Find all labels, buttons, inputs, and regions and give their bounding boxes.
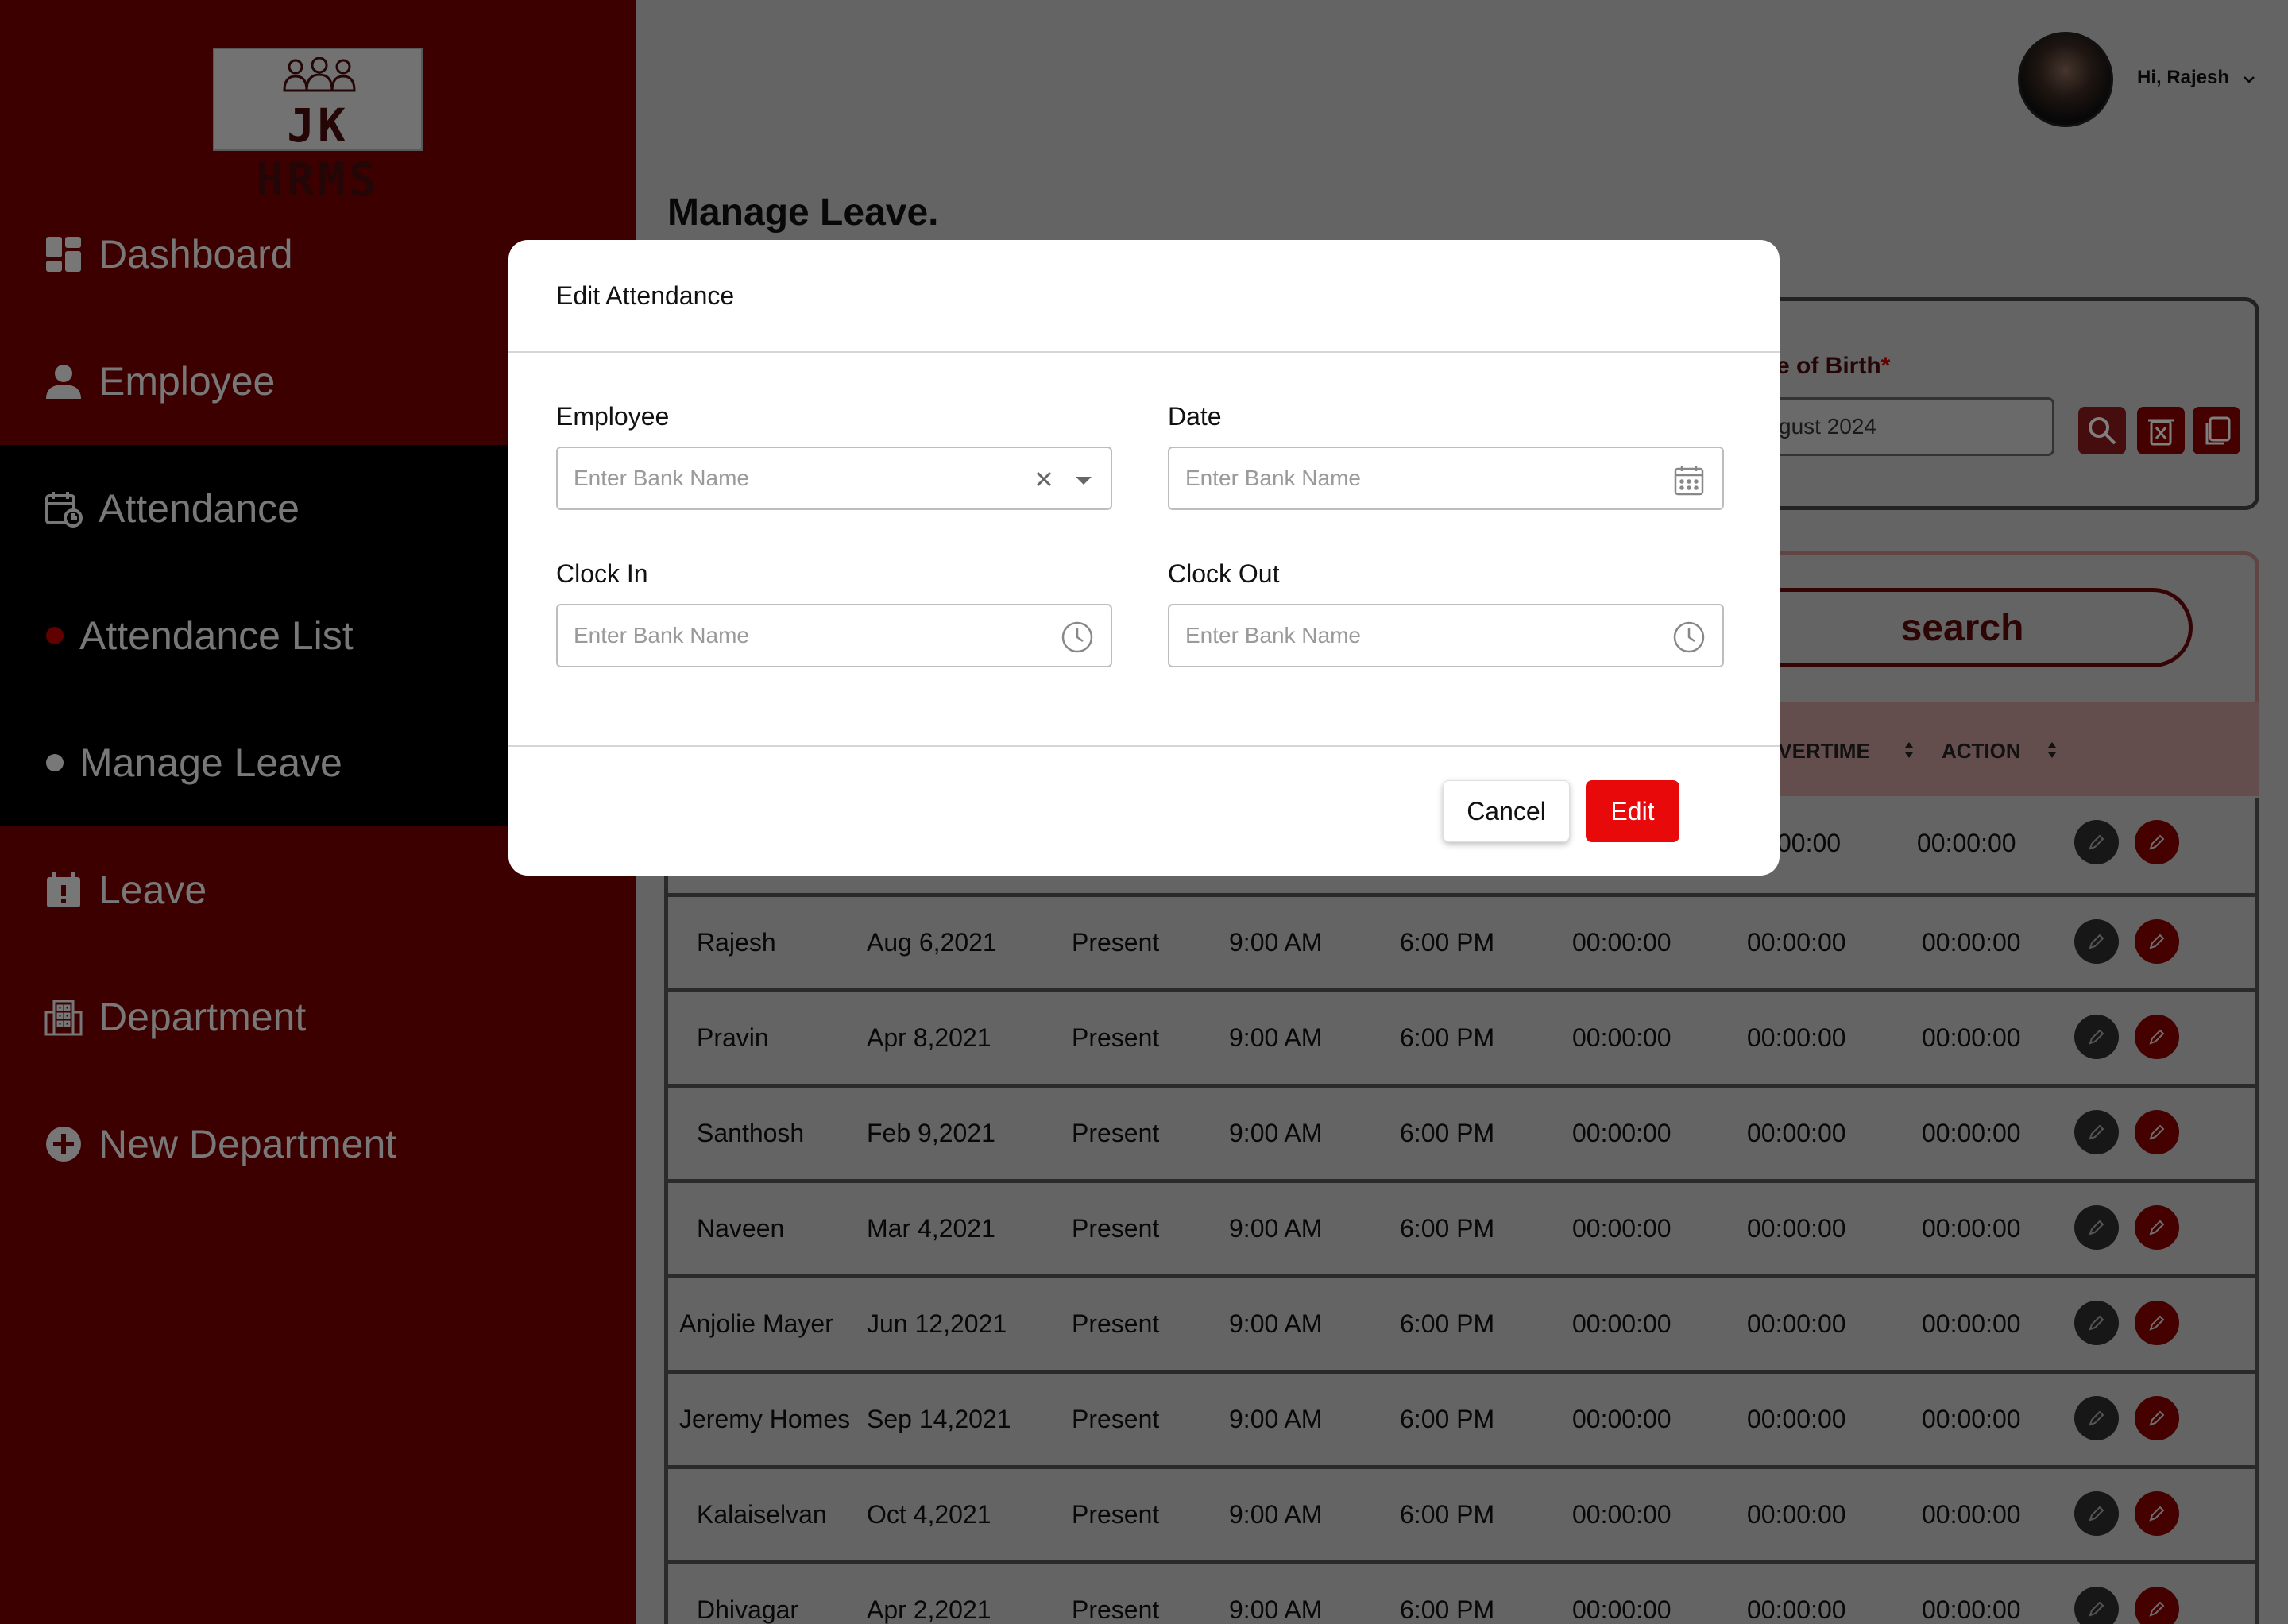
edit-attendance-modal: Edit Attendance Employee Enter Bank Name… xyxy=(508,240,1780,876)
edit-submit-button[interactable]: Edit xyxy=(1586,780,1679,842)
clock-in-field[interactable]: Enter Bank Name xyxy=(556,604,1112,667)
employee-select[interactable]: Enter Bank Name xyxy=(556,447,1112,510)
modal-title: Edit Attendance xyxy=(556,281,735,310)
divider xyxy=(508,351,1780,353)
clock-out-label: Clock Out xyxy=(1168,559,1280,588)
divider xyxy=(508,745,1780,747)
date-field[interactable]: Enter Bank Name xyxy=(1168,447,1724,510)
calendar-icon[interactable] xyxy=(1672,462,1706,497)
close-icon[interactable] xyxy=(1033,468,1055,490)
date-label: Date xyxy=(1168,402,1222,431)
clock-icon[interactable] xyxy=(1060,620,1095,655)
clock-icon[interactable] xyxy=(1672,620,1706,655)
clock-out-field[interactable]: Enter Bank Name xyxy=(1168,604,1724,667)
employee-label: Employee xyxy=(556,402,670,431)
cancel-button[interactable]: Cancel xyxy=(1443,780,1570,842)
chevron-down-icon[interactable] xyxy=(1074,475,1093,486)
clock-in-label: Clock In xyxy=(556,559,648,588)
